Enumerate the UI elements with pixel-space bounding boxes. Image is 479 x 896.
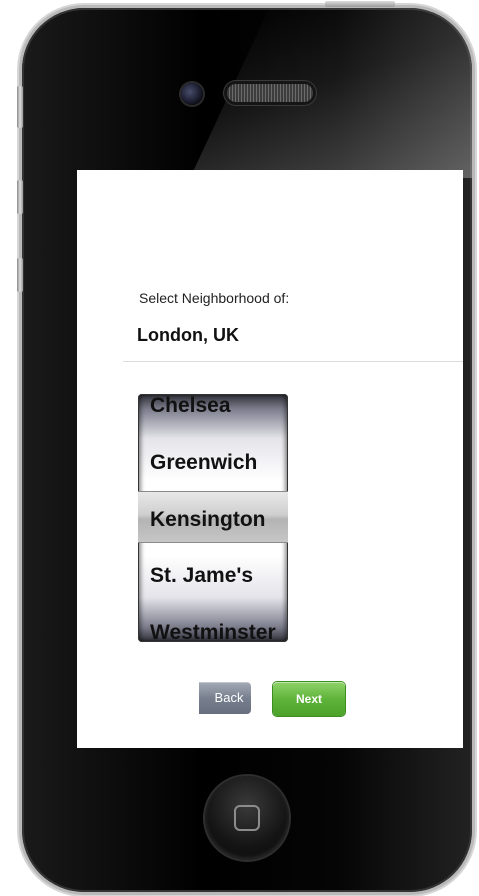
front-camera-icon (181, 83, 203, 105)
earpiece-speaker (227, 84, 313, 102)
neighborhood-prompt-label: Select Neighborhood of: (139, 290, 290, 306)
back-button-label: Back (214, 690, 244, 705)
next-button[interactable]: Next (273, 682, 345, 716)
app-screen: Select Neighborhood of: London, UK Chels… (77, 170, 463, 748)
volume-up-button[interactable] (17, 180, 23, 214)
back-button[interactable]: Back (199, 682, 251, 714)
home-square-icon (234, 805, 260, 831)
picker-option-kensington[interactable]: Kensington (150, 505, 266, 535)
picker-option-st-james[interactable]: St. Jame's (150, 561, 253, 591)
home-button[interactable] (205, 776, 289, 860)
divider (123, 361, 463, 362)
city-title: London, UK (137, 325, 239, 345)
picker-option-chelsea[interactable]: Chelsea (150, 394, 231, 421)
volume-down-button[interactable] (17, 258, 23, 292)
mute-switch[interactable] (17, 86, 23, 128)
picker-option-westminster[interactable]: Westminster (150, 618, 276, 642)
neighborhood-picker[interactable]: Chelsea Greenwich Kensington St. Jame's … (138, 394, 288, 642)
power-button[interactable] (325, 1, 395, 7)
phone-frame: Select Neighborhood of: London, UK Chels… (22, 8, 472, 892)
picker-option-greenwich[interactable]: Greenwich (150, 448, 257, 478)
